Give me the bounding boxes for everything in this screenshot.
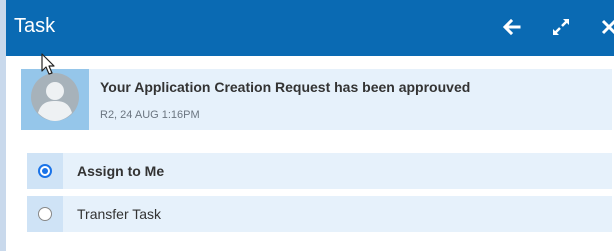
notification-title: Your Application Creation Request has be… xyxy=(100,79,471,95)
close-icon xyxy=(600,18,614,36)
transfer-task-label: Transfer Task xyxy=(77,206,162,222)
close-button[interactable] xyxy=(596,14,614,40)
assign-to-me-label: Assign to Me xyxy=(77,163,165,179)
arrow-left-icon xyxy=(501,17,521,37)
option-assign-to-me[interactable]: Assign to Me xyxy=(27,153,612,189)
radio-cell xyxy=(27,153,63,189)
radio-cell xyxy=(27,196,63,232)
notification-timestamp: R2, 24 AUG 1:16PM xyxy=(100,109,200,121)
option-transfer-task[interactable]: Transfer Task xyxy=(27,196,612,232)
avatar xyxy=(21,69,89,130)
panel-title: Task xyxy=(14,15,56,37)
notification-card[interactable]: Your Application Creation Request has be… xyxy=(21,69,612,130)
back-button[interactable] xyxy=(498,14,524,40)
expand-icon xyxy=(551,17,571,37)
assign-to-me-radio[interactable] xyxy=(38,164,52,178)
transfer-task-radio[interactable] xyxy=(38,207,52,221)
mouse-pointer-icon xyxy=(41,53,57,77)
expand-button[interactable] xyxy=(548,14,574,40)
task-header: Task xyxy=(6,0,614,56)
